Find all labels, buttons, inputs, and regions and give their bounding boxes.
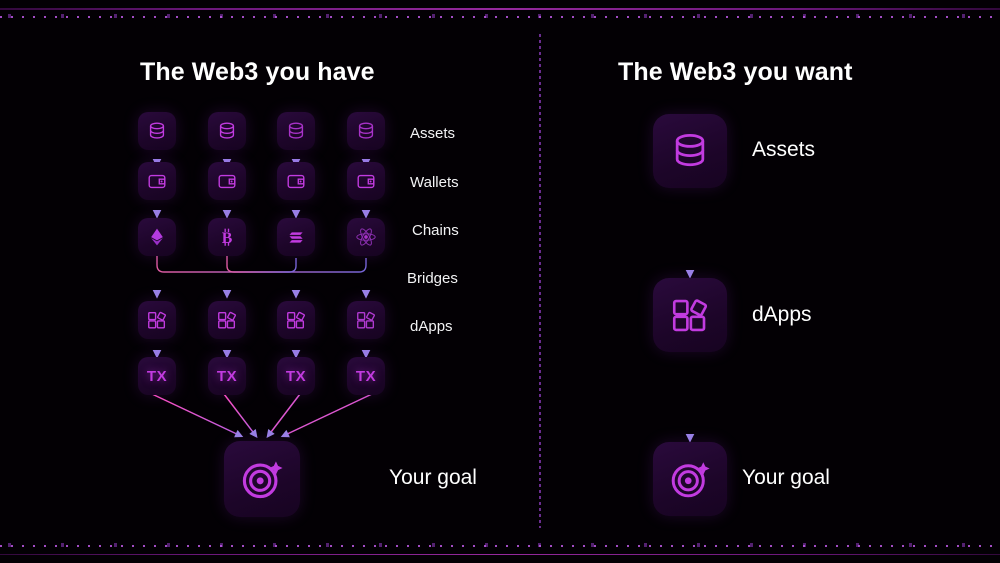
left-dapps-tile-col2[interactable]	[208, 301, 246, 339]
panel-divider	[539, 34, 541, 528]
left-dapps-tile-col4[interactable]	[347, 301, 385, 339]
left-assets-tile-col1[interactable]	[138, 112, 176, 150]
ethereum-icon	[151, 228, 163, 246]
bitcoin-icon: B	[222, 228, 233, 247]
left-dapps-tile-col3[interactable]	[277, 301, 315, 339]
left-chain-tile-cosmos[interactable]	[347, 218, 385, 256]
wallet-icon	[357, 174, 375, 189]
right-panel-title: The Web3 you want	[618, 58, 853, 86]
right-goal-label: Your goal	[742, 466, 830, 489]
right-assets-tile[interactable]	[653, 114, 727, 188]
left-tx-tile-col1[interactable]: TX	[138, 357, 176, 395]
cosmos-icon	[356, 228, 376, 246]
left-chain-tile-ethereum[interactable]	[138, 218, 176, 256]
left-wallet-tile-col2[interactable]	[208, 162, 246, 200]
left-assets-tile-col4[interactable]	[347, 112, 385, 150]
top-rule	[0, 8, 1000, 10]
tx-label: TX	[285, 367, 307, 385]
top-border-decoration	[0, 8, 1000, 22]
dapps-icon	[218, 311, 236, 329]
left-tx-tile-col2[interactable]: TX	[208, 357, 246, 395]
right-goal-tile[interactable]	[653, 442, 727, 516]
coin-stack-icon	[219, 122, 235, 139]
left-chain-tile-solana[interactable]	[277, 218, 315, 256]
tx-label: TX	[146, 367, 168, 385]
right-assets-label: Assets	[752, 138, 816, 161]
coin-stack-icon	[675, 134, 705, 167]
left-panel-title: The Web3 you have	[140, 58, 375, 86]
bottom-dot-pattern	[0, 541, 1000, 551]
target-goal-icon	[242, 461, 283, 499]
left-wallet-tile-col4[interactable]	[347, 162, 385, 200]
coin-stack-icon	[149, 122, 165, 139]
bottom-rule	[0, 553, 1000, 555]
left-tx-tile-col3[interactable]: TX	[277, 357, 315, 395]
left-dapps-tile-col1[interactable]	[138, 301, 176, 339]
wallet-icon	[218, 174, 236, 189]
wallet-icon	[148, 174, 166, 189]
target-goal-icon	[671, 462, 710, 498]
top-dot-pattern	[0, 12, 1000, 22]
row-label-chains: Chains	[412, 222, 459, 239]
dapps-icon	[148, 311, 166, 329]
left-goal-label: Your goal	[389, 466, 477, 489]
left-wallet-tile-col1[interactable]	[138, 162, 176, 200]
bottom-border-decoration	[0, 541, 1000, 555]
svg-text:B: B	[222, 230, 233, 247]
row-label-bridges: Bridges	[407, 270, 458, 287]
coin-stack-icon	[358, 122, 374, 139]
row-label-wallets: Wallets	[410, 174, 459, 191]
dapps-icon	[672, 299, 708, 332]
row-label-assets: Assets	[410, 125, 456, 142]
right-dapps-label: dApps	[752, 303, 812, 326]
right-dapps-tile[interactable]	[653, 278, 727, 352]
left-chain-tile-bitcoin[interactable]: B	[208, 218, 246, 256]
coin-stack-icon	[288, 122, 304, 139]
left-goal-tile[interactable]	[224, 441, 300, 517]
dapps-icon	[287, 311, 305, 329]
left-wallet-tile-col3[interactable]	[277, 162, 315, 200]
dapps-icon	[357, 311, 375, 329]
tx-label: TX	[355, 367, 377, 385]
row-label-dapps: dApps	[410, 318, 453, 335]
left-tx-tile-col4[interactable]: TX	[347, 357, 385, 395]
wallet-icon	[287, 174, 305, 189]
slide-canvas: The Web3 you have The Web3 you want B TX…	[0, 0, 1000, 563]
tx-label: TX	[216, 367, 238, 385]
solana-icon	[289, 231, 303, 243]
left-assets-tile-col3[interactable]	[277, 112, 315, 150]
left-assets-tile-col2[interactable]	[208, 112, 246, 150]
